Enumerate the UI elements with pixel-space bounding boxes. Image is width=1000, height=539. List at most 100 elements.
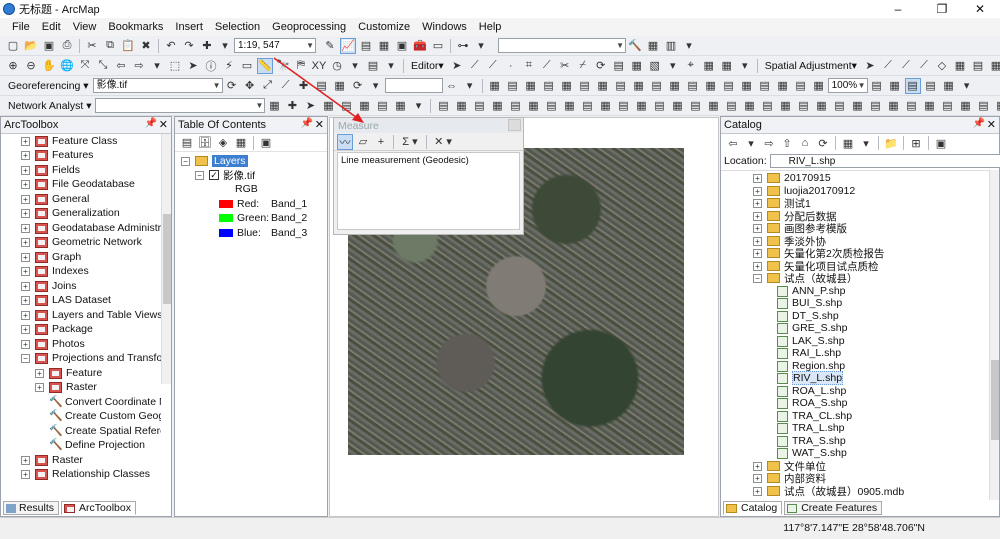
collapse-icon[interactable]: − [753,273,762,283]
expand-icon[interactable]: + [21,223,30,233]
expand-icon[interactable]: + [21,324,30,334]
zoom-percent-combo[interactable]: 100% ▼ [827,78,868,93]
grid-icon[interactable]: ▦ [705,98,721,114]
grid-icon[interactable]: ▦ [523,78,539,94]
toolbox-item[interactable]: + Fields [21,163,80,177]
expand-icon[interactable]: + [753,211,762,221]
table-icon[interactable]: ▤ [613,78,629,94]
refresh-icon[interactable]: ⟳ [815,135,831,151]
tool-item[interactable]: 🔨Convert Coordinate No [49,395,161,409]
toolbox-item[interactable]: + Layers and Table Views [21,308,161,322]
tab-create-features[interactable]: Create Features [784,501,883,515]
home-icon[interactable]: ⌂ [797,135,813,151]
expand-icon[interactable]: + [21,252,30,262]
html-popup-icon[interactable]: ▭ [239,58,255,74]
point-icon[interactable]: · [503,58,519,74]
close-icon[interactable]: ✕ [987,118,996,131]
scale-combo[interactable]: 1:19, 547 ▼ [234,38,316,53]
tab-catalog[interactable]: Catalog [723,501,783,515]
toolbox-item[interactable]: + Graph [21,250,81,264]
layout-view-icon[interactable]: ▤ [904,77,921,94]
layer-combo[interactable]: ▼ [498,38,626,53]
toolbox-item[interactable]: + Indexes [21,264,89,278]
toolbox-item[interactable]: + Photos [21,337,85,351]
print-icon[interactable]: ⎙ [59,38,75,54]
table-icon[interactable]: ▤ [435,98,451,114]
grid-icon[interactable]: ▦ [885,98,901,114]
grid-icon[interactable]: ▦ [813,98,829,114]
expand-icon[interactable]: + [35,382,44,392]
back-icon[interactable]: ⇦ [725,135,741,151]
expand-icon[interactable]: + [21,266,30,276]
grid-icon[interactable]: ▦ [595,78,611,94]
grid-icon[interactable]: ▦ [957,98,973,114]
multi-displacement-icon[interactable]: ⟋ [916,58,932,74]
tool-item[interactable]: 🔨 Define Projection [49,438,145,452]
catalog-item[interactable]: +20170915 [753,171,831,185]
hyperlink-icon[interactable]: ⚡ [221,58,237,74]
modify-link-icon[interactable]: ⟋ [898,58,914,74]
menu-bookmarks[interactable]: Bookmarks [102,21,169,33]
scrollbar-thumb[interactable] [991,360,999,440]
grid-icon[interactable]: ▦ [525,98,541,114]
catalog-item[interactable]: + 试点（故城县）0905.mdb [753,484,904,498]
grid-icon[interactable]: ▦ [633,98,649,114]
expand-icon[interactable]: + [21,455,30,465]
connect-folder-icon[interactable]: 📁 [883,135,899,151]
layout-icon[interactable]: ▥ [663,38,679,54]
list-by-visibility-icon[interactable]: ◈ [215,135,231,151]
editor-toolbar-icon[interactable]: ✎ [322,38,338,54]
model-builder-icon[interactable]: ⊶ [455,38,471,54]
toolbox-item[interactable]: + Features [21,148,93,162]
table-icon[interactable]: ▤ [649,78,665,94]
minimize-button[interactable]: – [878,0,918,18]
toolbox-item[interactable]: + Relationship Classes [21,467,150,481]
grid-icon[interactable]: ▦ [941,78,957,94]
collapse-icon[interactable]: − [21,353,30,363]
grid-icon[interactable]: ▦ [561,98,577,114]
menu-windows[interactable]: Windows [416,21,473,33]
select-elements-icon[interactable]: ➤ [862,58,878,74]
edit-annotation-icon[interactable]: ⟋ [467,58,483,74]
grid-icon[interactable]: ▦ [988,58,1000,74]
options-icon[interactable]: ▣ [258,135,274,151]
measure-line-icon[interactable]: 〰 [337,133,353,150]
grid-icon[interactable]: ▦ [701,58,717,74]
toolbox-icon[interactable]: 🧰 [412,38,428,54]
expand-icon[interactable]: + [753,473,762,483]
expand-icon[interactable]: + [21,194,30,204]
rotate-icon[interactable]: ⟳ [593,58,609,74]
grid-icon[interactable]: ▦ [739,78,755,94]
expand-icon[interactable]: + [21,179,30,189]
limited-adjustment-icon[interactable]: ▦ [952,58,968,74]
table-icon[interactable]: ▤ [970,58,986,74]
expand-icon[interactable]: + [21,150,30,160]
grid-icon[interactable]: ▦ [887,78,903,94]
catalog-item[interactable]: TRA_L.shp [777,421,845,435]
table-icon[interactable]: ▤ [543,98,559,114]
tab-arctoolbox[interactable]: ArcToolbox [61,501,136,515]
expand-icon[interactable]: + [35,368,44,378]
identify-icon[interactable]: ⓘ [203,58,219,74]
catalog-item[interactable]: − 试点（故城县） [753,271,858,285]
show-total-icon[interactable]: Σ ▾ [398,134,422,150]
measure-feature-icon[interactable]: + [373,134,389,150]
layers-dataframe[interactable]: − Layers [181,154,248,168]
grid-icon[interactable]: ▦ [667,78,683,94]
delete-icon[interactable]: ✖ [138,38,154,54]
collapse-icon[interactable]: − [195,170,204,180]
catalog-item[interactable]: ROA_S.shp [777,396,847,410]
grid-icon[interactable]: ▦ [703,78,719,94]
open-icon[interactable]: 📂 [23,38,39,54]
select-elements-icon[interactable]: ➤ [185,58,201,74]
copy-icon[interactable]: ⧉ [102,38,118,54]
undo-icon[interactable]: ↶ [163,38,179,54]
menu-geoprocessing[interactable]: Geoprocessing [266,21,352,33]
expand-icon[interactable]: + [753,248,762,258]
expand-icon[interactable]: + [753,186,762,196]
up-one-level-icon[interactable]: ⇧ [779,135,795,151]
expand-icon[interactable]: + [21,237,30,247]
rotate-icon[interactable]: ⟳ [224,78,240,94]
grid-icon[interactable]: ▦ [631,78,647,94]
expand-icon[interactable]: + [21,469,30,479]
